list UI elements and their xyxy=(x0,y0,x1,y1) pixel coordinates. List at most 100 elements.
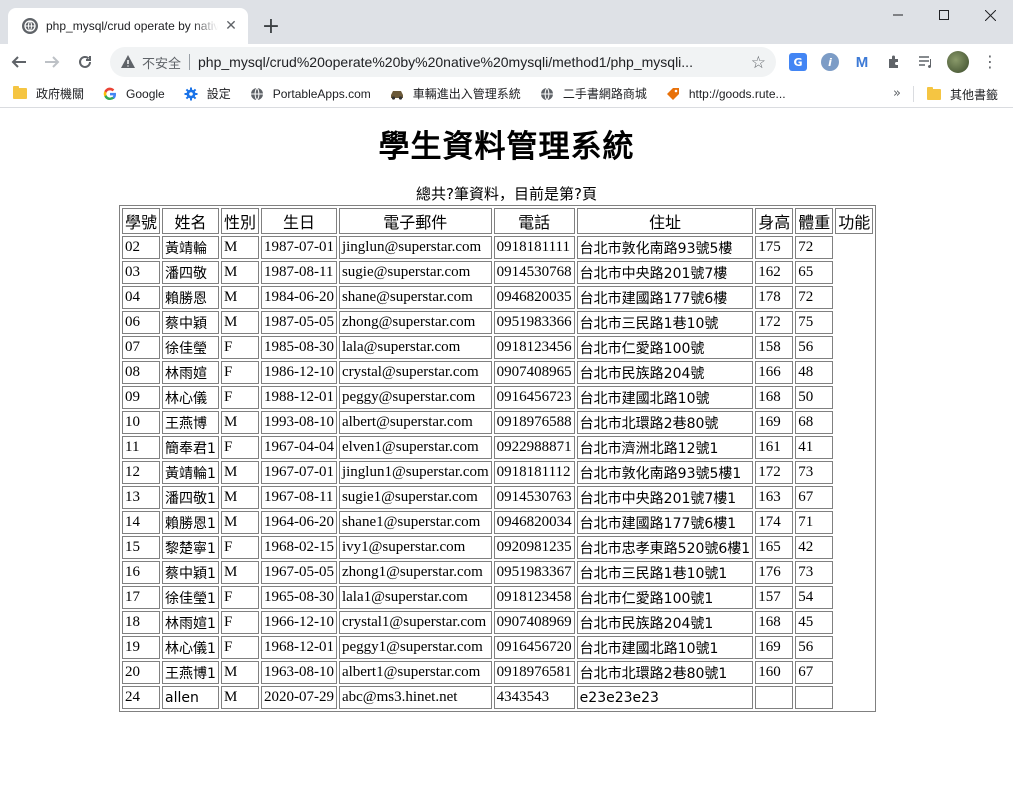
cell-name: 林雨媗 xyxy=(162,361,219,384)
close-tab-icon[interactable]: ✕ xyxy=(222,17,240,35)
extension-o-button[interactable]: i xyxy=(816,48,844,76)
cell-birthday: 1987-05-05 xyxy=(260,311,337,334)
cell-phone: 0951983367 xyxy=(493,561,575,584)
cell-name: 林雨媗1 xyxy=(162,611,219,634)
cell-birthday: 1964-06-20 xyxy=(260,511,337,534)
media-control-button[interactable] xyxy=(912,48,940,76)
cell-actions xyxy=(835,511,873,534)
cell-email: albert@superstar.com xyxy=(338,411,492,434)
bookmarks-overflow-icon[interactable]: » xyxy=(893,86,901,101)
browser-tab[interactable]: php_mysql/crud operate by native ✕ xyxy=(8,8,248,44)
cell-id: 02 xyxy=(122,236,161,259)
cell-weight: 68 xyxy=(795,411,834,434)
table-row: 04 賴勝恩 M 1984-06-20 shane@superstar.com 09468… xyxy=(122,286,873,309)
bookmark-label: Google xyxy=(126,86,165,101)
bookmark-used-books[interactable]: 二手書網路商城 xyxy=(539,85,647,102)
bookmark-portableapps[interactable]: PortableApps.com xyxy=(249,86,371,102)
bookmark-gov-folder[interactable]: 政府機關 xyxy=(12,85,84,102)
table-row: 11 簡奉君1 F 1967-04-04 elven1@superstar.com 092… xyxy=(122,436,873,459)
cell-name: 黎楚寧1 xyxy=(162,536,219,559)
cell-address: 台北市建國北路10號1 xyxy=(576,636,754,659)
new-tab-button[interactable]: + xyxy=(258,14,284,40)
insecure-label[interactable]: 不安全 xyxy=(142,53,181,72)
header-actions: 功能 xyxy=(835,208,874,234)
cell-actions xyxy=(835,311,873,334)
cell-email: crystal1@superstar.com xyxy=(338,611,492,634)
cell-id: 03 xyxy=(122,261,161,284)
extensions-puzzle-button[interactable] xyxy=(880,48,908,76)
table-row: 20 王燕博1 M 1963-08-10 albert1@superstar.com 09… xyxy=(122,661,873,684)
cell-actions xyxy=(835,361,873,384)
cell-gender: M xyxy=(220,311,259,334)
cell-phone: 0918123456 xyxy=(493,336,575,359)
cell-gender: F xyxy=(220,611,259,634)
cell-gender: M xyxy=(220,261,259,284)
cell-height: 161 xyxy=(755,436,794,459)
cell-birthday: 2020-07-29 xyxy=(260,686,337,709)
table-row: 03 潘四敬 M 1987-08-11 sugie@superstar.com 09145… xyxy=(122,261,873,284)
address-bar[interactable]: 不安全 php_mysql/crud%20operate%20by%20nati… xyxy=(110,47,776,77)
cell-gender: M xyxy=(220,686,259,709)
cell-gender: M xyxy=(220,411,259,434)
star-icon[interactable]: ☆ xyxy=(751,53,766,73)
window-controls xyxy=(875,0,1013,30)
divider xyxy=(913,86,914,102)
cell-weight: 56 xyxy=(795,636,834,659)
cell-email: elven1@superstar.com xyxy=(338,436,492,459)
cell-weight: 73 xyxy=(795,561,834,584)
back-button[interactable] xyxy=(5,48,33,76)
bookmark-goods[interactable]: http://goods.rute... xyxy=(665,86,786,102)
cell-height: 162 xyxy=(755,261,794,284)
cell-email: peggy1@superstar.com xyxy=(338,636,492,659)
cell-gender: M xyxy=(220,561,259,584)
cell-name: 林心儀1 xyxy=(162,636,219,659)
close-window-button[interactable] xyxy=(967,0,1013,30)
more-vert-icon: ⋮ xyxy=(982,52,998,71)
cell-height: 169 xyxy=(755,411,794,434)
table-row: 08 林雨媗 F 1986-12-10 crystal@superstar.com 090… xyxy=(122,361,873,384)
folder-icon xyxy=(926,86,942,102)
cell-email: jinglun@superstar.com xyxy=(338,236,492,259)
cell-phone: 0914530763 xyxy=(493,486,575,509)
cell-name: 徐佳瑩 xyxy=(162,336,219,359)
reload-button[interactable] xyxy=(71,48,99,76)
warning-icon[interactable] xyxy=(120,54,136,70)
cell-email: ivy1@superstar.com xyxy=(338,536,492,559)
cell-id: 14 xyxy=(122,511,161,534)
students-table: 學號 姓名 性別 生日 電子郵件 電話 住址 身高 體重 功能 02 黃靖輪 M 19… xyxy=(119,205,877,712)
cell-weight: 65 xyxy=(795,261,834,284)
cell-address: 台北市三民路1巷10號1 xyxy=(576,561,754,584)
bookmark-label: 車輛進出入管理系統 xyxy=(412,87,521,101)
maximize-button[interactable] xyxy=(921,0,967,30)
header-id: 學號 xyxy=(122,208,161,234)
bookmark-vehicle-system[interactable]: 車輛進出入管理系統 xyxy=(389,85,521,102)
cell-email: peggy@superstar.com xyxy=(338,386,492,409)
cell-address: 台北市建國路177號6樓 xyxy=(576,286,754,309)
extension-m-button[interactable]: M xyxy=(848,48,876,76)
header-name: 姓名 xyxy=(162,208,219,234)
menu-button[interactable]: ⋮ xyxy=(976,48,1004,76)
url-text[interactable]: php_mysql/crud%20operate%20by%20native%2… xyxy=(198,54,738,70)
table-row: 06 蔡中穎 M 1987-05-05 zhong@superstar.com 09519… xyxy=(122,311,873,334)
profile-button[interactable] xyxy=(944,48,972,76)
cell-actions xyxy=(835,586,873,609)
cell-actions xyxy=(835,261,873,284)
cell-birthday: 1967-04-04 xyxy=(260,436,337,459)
cell-name: 徐佳瑩1 xyxy=(162,586,219,609)
cell-actions xyxy=(835,486,873,509)
extension-m-icon: M xyxy=(855,53,869,71)
forward-button[interactable] xyxy=(38,48,66,76)
cell-birthday: 1984-06-20 xyxy=(260,286,337,309)
bookmark-google[interactable]: Google xyxy=(102,86,165,102)
cell-email: sugie1@superstar.com xyxy=(338,486,492,509)
translate-extension-button[interactable]: G xyxy=(784,48,812,76)
cell-phone: 0916456723 xyxy=(493,386,575,409)
cell-actions xyxy=(835,386,873,409)
bookmark-other-folder[interactable]: 其他書籤 xyxy=(926,80,998,108)
cell-birthday: 1988-12-01 xyxy=(260,386,337,409)
bookmark-settings[interactable]: 設定 xyxy=(183,85,231,102)
cell-address: 台北市北環路2巷80號 xyxy=(576,411,754,434)
cell-phone: 0918976581 xyxy=(493,661,575,684)
cell-gender: F xyxy=(220,361,259,384)
minimize-button[interactable] xyxy=(875,0,921,30)
